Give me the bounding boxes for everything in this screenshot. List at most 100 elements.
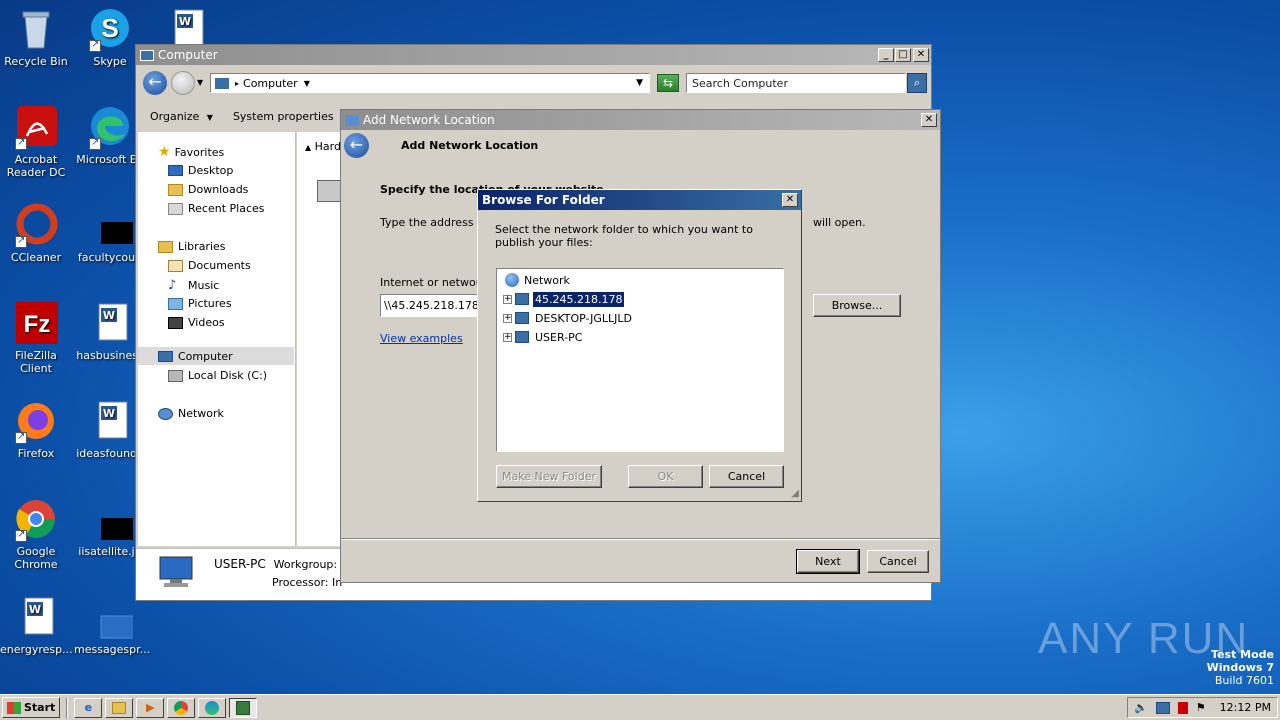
filezilla-icon: Fz xyxy=(13,300,59,346)
nav-computer[interactable]: Computer xyxy=(158,350,233,363)
desktop-icon xyxy=(168,165,183,176)
computer-icon xyxy=(515,331,529,343)
search-box[interactable]: Search Computer xyxy=(686,73,906,93)
computer-icon xyxy=(158,351,173,362)
taskbar-chrome-button[interactable] xyxy=(167,697,196,718)
search-icon: ⌕ xyxy=(913,76,921,89)
system-properties-button[interactable]: System properties xyxy=(233,110,334,123)
nav-pictures[interactable]: Pictures xyxy=(168,297,232,310)
refresh-button[interactable]: ⇆ xyxy=(657,74,679,92)
nav-desktop[interactable]: Desktop xyxy=(168,164,233,177)
ccleaner-icon xyxy=(13,202,59,248)
browse-cancel-button[interactable]: Cancel xyxy=(709,465,784,488)
app-icon xyxy=(236,700,251,715)
expand-icon[interactable]: + xyxy=(503,294,512,304)
blank-file-icon xyxy=(87,594,148,640)
start-button[interactable]: Start xyxy=(2,697,61,718)
desktop-icon-ccleaner[interactable]: CCleaner xyxy=(0,202,72,264)
wizard-footer-divider xyxy=(341,538,940,540)
next-button[interactable]: Next xyxy=(796,549,860,574)
edge-icon xyxy=(87,104,133,150)
black-file-icon xyxy=(87,496,147,542)
wizard-description-right: will open. xyxy=(813,216,866,229)
maximize-button[interactable]: □ xyxy=(895,48,911,62)
desktop-icon-recycle-bin[interactable]: Recycle Bin xyxy=(0,6,72,68)
desktop-icon-messagespr[interactable]: messagespr... xyxy=(74,594,150,656)
tree-node-user-pc[interactable]: + USER-PC xyxy=(503,328,584,346)
browse-close-button[interactable]: ✕ xyxy=(782,193,798,207)
desktop-icon-acrobat[interactable]: Acrobat Reader DC xyxy=(0,104,72,179)
edge-icon xyxy=(205,700,220,715)
taskbar-active-app-button[interactable] xyxy=(229,697,258,718)
tree-node-45-245-218-178[interactable]: + 45.245.218.178 xyxy=(503,290,625,308)
folder-tree[interactable]: Network + 45.245.218.178 + DESKTOP-JGLLJ… xyxy=(496,268,784,452)
word-document-icon: W xyxy=(87,300,133,346)
nav-local-disk[interactable]: Local Disk (C:) xyxy=(168,369,267,382)
tree-node-desktop-jglljld[interactable]: + DESKTOP-JGLLJLD xyxy=(503,309,634,327)
resize-grip[interactable]: ◢ xyxy=(791,488,799,499)
minimize-button[interactable]: _ xyxy=(878,48,894,62)
search-button[interactable]: ⌕ xyxy=(907,73,927,93)
taskbar: Start e ▶ 🔈 ⚑ 12:12 PM xyxy=(0,694,1280,720)
expand-icon[interactable]: + xyxy=(503,332,512,342)
taskbar-ie-button[interactable]: e xyxy=(74,697,103,718)
close-button[interactable]: ✕ xyxy=(913,48,929,62)
explorer-titlebar: Computer _ □ ✕ xyxy=(136,45,931,65)
hard-disk-group-header[interactable]: ▲ Hard xyxy=(305,140,341,153)
security-icon[interactable] xyxy=(1177,701,1188,714)
nav-videos[interactable]: Videos xyxy=(168,316,225,329)
nav-downloads[interactable]: Downloads xyxy=(168,183,248,196)
expand-icon[interactable]: + xyxy=(503,313,512,323)
nav-recent-places[interactable]: Recent Places xyxy=(168,202,265,215)
svg-text:W: W xyxy=(179,15,191,28)
svg-text:W: W xyxy=(103,309,115,322)
desktop-icon-firefox[interactable]: Firefox xyxy=(0,398,72,460)
network-address-input[interactable]: \\45.245.218.178\ xyxy=(380,294,480,317)
wizard-cancel-button[interactable]: Cancel xyxy=(867,550,929,573)
network-icon xyxy=(158,407,173,420)
taskbar-media-button[interactable]: ▶ xyxy=(136,697,165,718)
tree-node-network[interactable]: Network xyxy=(505,271,570,289)
desktop-icon-energyresp[interactable]: W energyresp... xyxy=(0,594,73,656)
address-dropdown-icon[interactable]: ▼ xyxy=(636,78,643,88)
test-mode-text: Test Mode Windows 7 Build 7601 xyxy=(1206,648,1274,687)
wizard-back-button[interactable]: ← xyxy=(344,133,369,158)
back-button[interactable]: ← xyxy=(143,71,167,95)
internet-explorer-icon: e xyxy=(84,700,93,714)
browse-instruction: Select the network folder to which you w… xyxy=(495,223,753,249)
browse-for-folder-dialog: Browse For Folder ✕ Select the network f… xyxy=(477,189,802,502)
ok-button[interactable]: OK xyxy=(628,465,703,488)
taskbar-edge-button[interactable] xyxy=(198,697,227,718)
network-icon xyxy=(345,114,359,126)
downloads-folder-icon xyxy=(168,183,183,196)
taskbar-explorer-button[interactable] xyxy=(105,697,134,718)
recent-pages-dropdown[interactable]: ▼ xyxy=(197,78,203,87)
svg-text:Fz: Fz xyxy=(24,311,51,338)
view-examples-link[interactable]: View examples xyxy=(380,332,463,345)
desktop-icon-chrome[interactable]: Google Chrome xyxy=(0,496,72,571)
forward-button[interactable] xyxy=(171,71,195,95)
chrome-icon xyxy=(174,700,189,715)
desktop-icon-filezilla[interactable]: Fz FileZilla Client xyxy=(0,300,72,375)
nav-network[interactable]: Network xyxy=(158,407,224,420)
nav-documents[interactable]: Documents xyxy=(168,259,251,272)
svg-text:W: W xyxy=(103,407,115,420)
nav-libraries[interactable]: Libraries xyxy=(158,240,226,253)
make-new-folder-button[interactable]: Make New Folder xyxy=(496,465,602,488)
wizard-close-button[interactable]: ✕ xyxy=(921,113,937,127)
network-tray-icon[interactable] xyxy=(1155,701,1170,714)
explorer-title: Computer xyxy=(158,48,218,62)
action-center-flag-icon[interactable]: ⚑ xyxy=(1196,701,1206,714)
organize-menu[interactable]: Organize ▼ xyxy=(150,110,213,123)
browse-button[interactable]: Browse... xyxy=(813,294,901,317)
back-arrow-icon: ← xyxy=(148,72,162,91)
clock[interactable]: 12:12 PM xyxy=(1220,701,1271,714)
nav-favorites[interactable]: ★ Favorites xyxy=(158,144,224,160)
wizard-field-label: Internet or network xyxy=(380,276,487,289)
nav-music[interactable]: ♪ Music xyxy=(168,278,219,293)
address-bar[interactable]: ▸ Computer ▼ ▼ xyxy=(210,73,650,93)
videos-icon xyxy=(168,316,183,329)
chevron-down-icon[interactable]: ▼ xyxy=(304,79,310,88)
media-player-icon: ▶ xyxy=(146,700,155,714)
volume-icon[interactable]: 🔈 xyxy=(1134,701,1148,714)
